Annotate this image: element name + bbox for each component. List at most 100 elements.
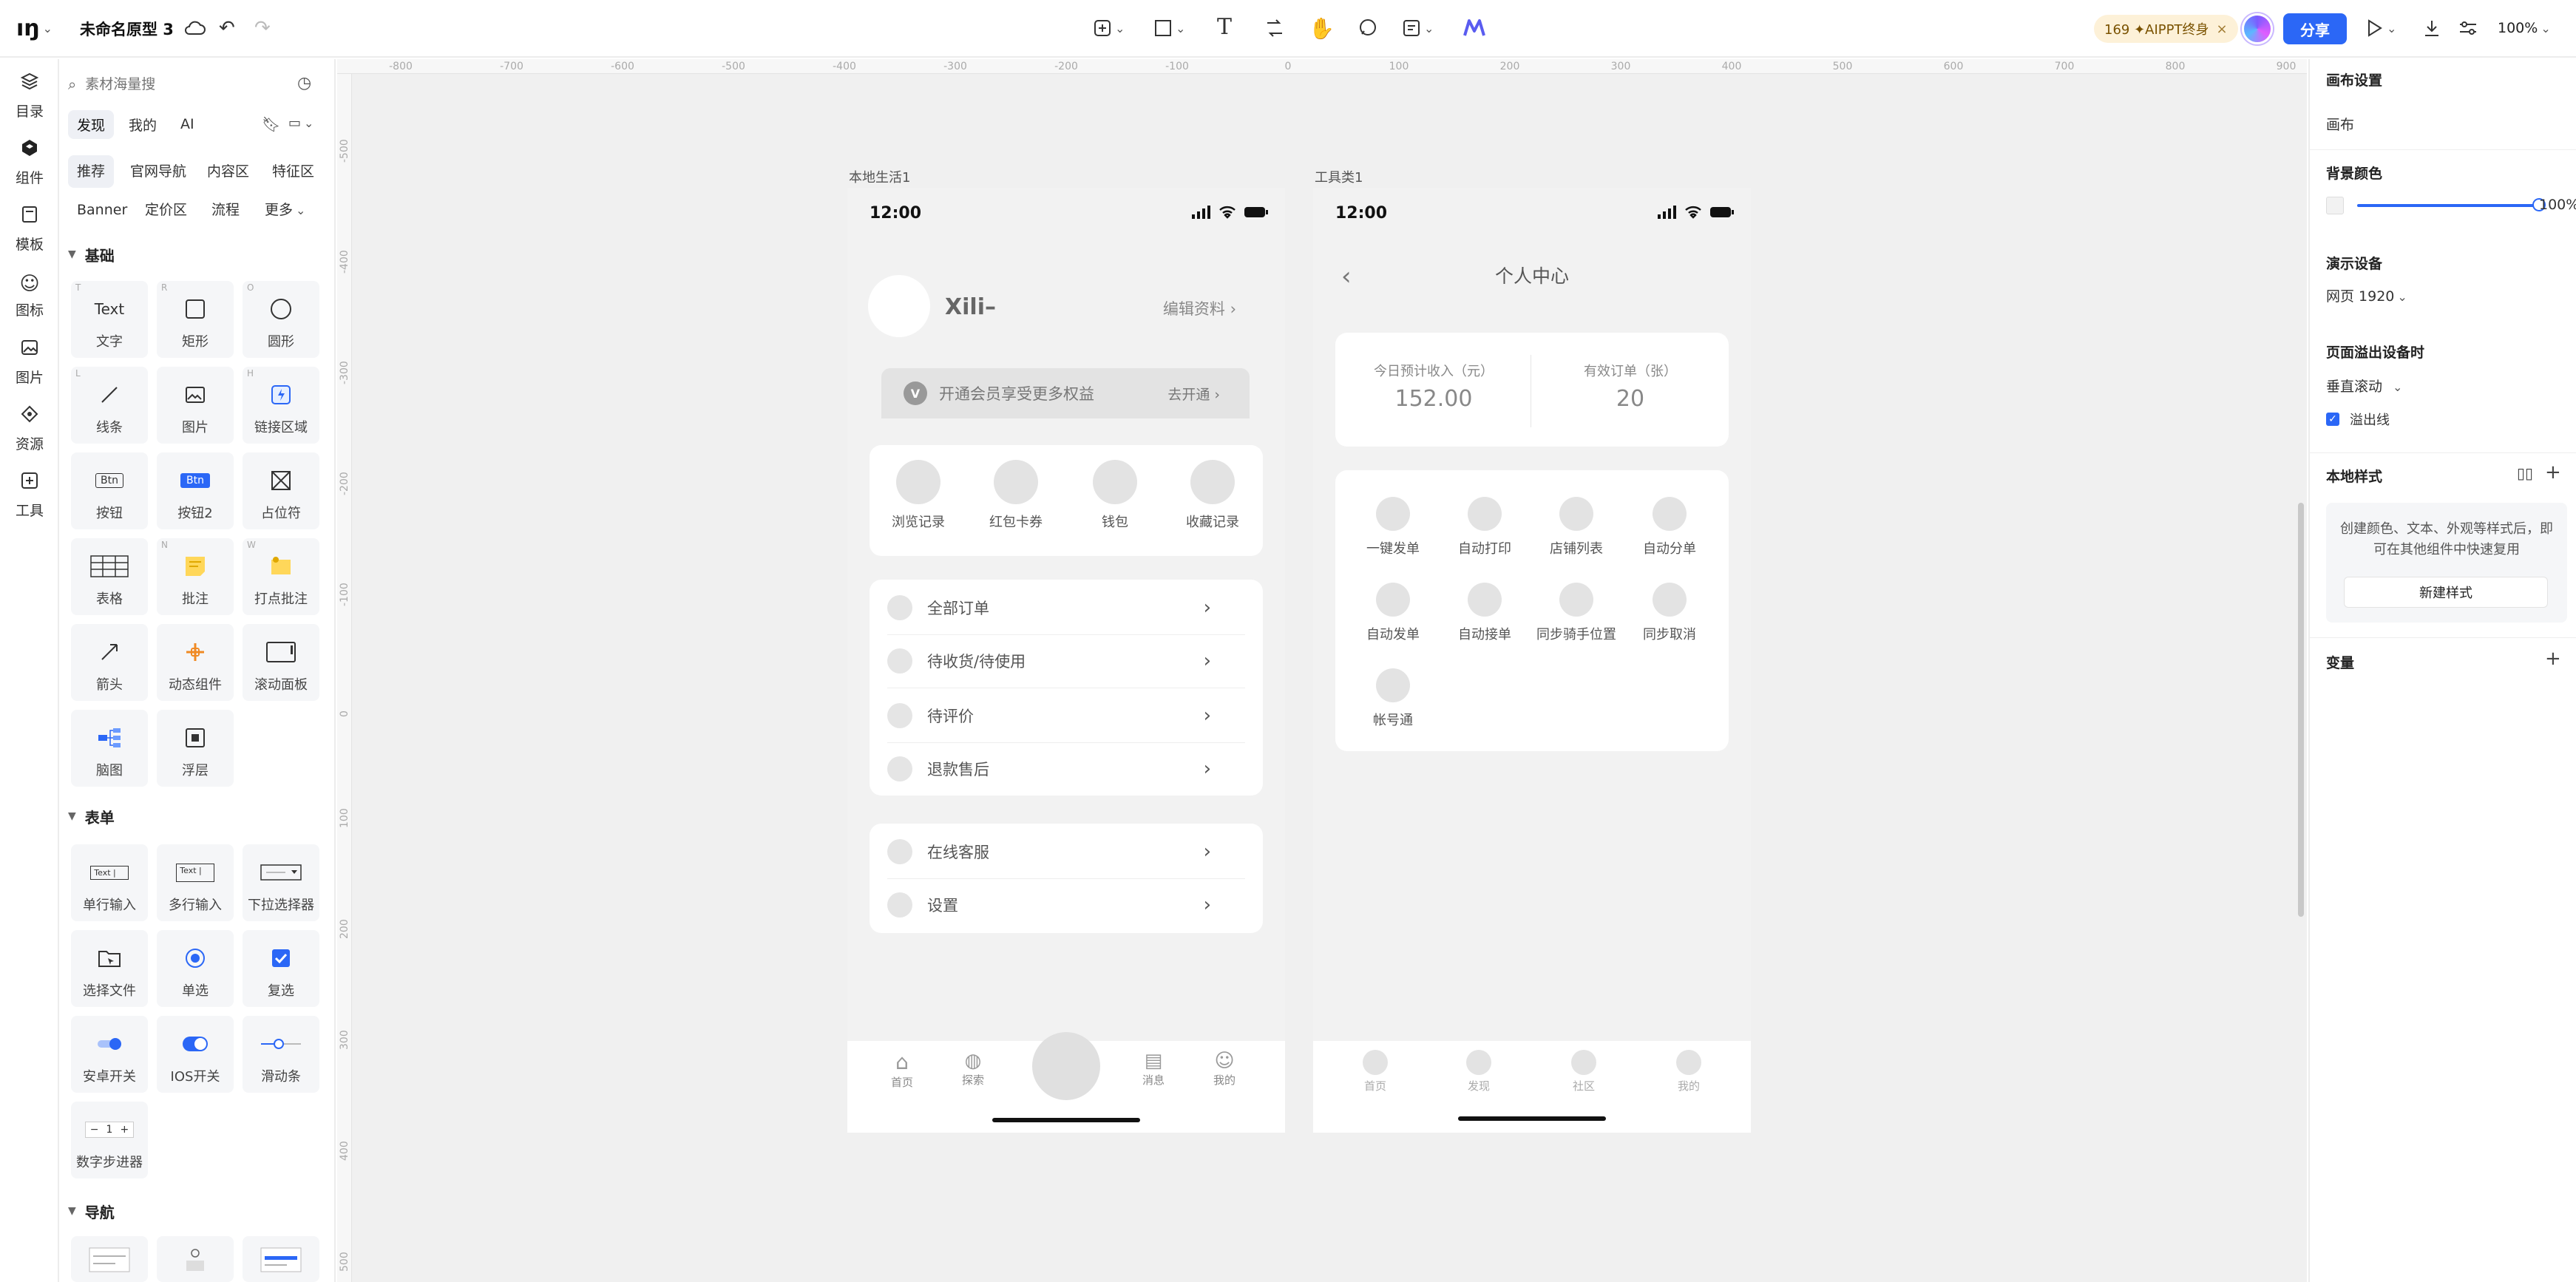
component-nav-1[interactable] [71, 1236, 148, 1282]
component-button[interactable]: Btn 按钮 [71, 452, 148, 529]
add-style-icon[interactable]: + [2545, 461, 2561, 484]
component-radio[interactable]: 单选 [157, 930, 234, 1007]
service-row[interactable]: 设置 › [870, 878, 1263, 932]
quick-item[interactable]: 浏览记录 [867, 460, 970, 531]
edit-profile-link[interactable]: 编辑资料 › [1163, 297, 1236, 319]
tool-item[interactable]: 自动打印 [1433, 497, 1536, 557]
rectangle-tool-button[interactable]: ⌄ [1153, 12, 1185, 44]
avatar[interactable] [2242, 13, 2273, 44]
canvas-scrollbar[interactable] [2298, 503, 2304, 917]
tab-messages[interactable]: ▤ 消息 [1124, 1050, 1183, 1088]
device-select[interactable]: 网页 1920 ⌄ [2326, 285, 2407, 305]
project-name[interactable]: 未命名原型 3 [80, 18, 174, 40]
tool-item[interactable]: 一键发单 [1341, 497, 1445, 557]
component-stepper[interactable]: −1 + 数字步进器 [71, 1102, 148, 1178]
component-annotation[interactable]: N 批注 [157, 538, 234, 615]
zoom-dropdown[interactable]: 100% ⌄ [2498, 12, 2551, 44]
component-mindmap[interactable]: 脑图 [71, 710, 148, 787]
tab-ai[interactable]: AI [172, 112, 203, 137]
component-circle[interactable]: O 圆形 [243, 281, 319, 358]
promo-badge[interactable]: 169 ✦AIPPT终身 × [2094, 15, 2238, 43]
tab-discover[interactable]: 发现 [68, 109, 115, 139]
redo-icon[interactable]: ↷ [254, 12, 271, 44]
component-dropdown[interactable]: 下拉选择器 [243, 844, 319, 921]
comment-tool-icon[interactable] [1358, 12, 1378, 44]
chip-recommend[interactable]: 推荐 [68, 155, 115, 188]
order-row[interactable]: 待评价 › [870, 689, 1263, 742]
nav-catalog[interactable]: 目录 [0, 67, 59, 126]
close-icon[interactable]: × [2217, 21, 2228, 37]
component-dynamic[interactable]: 动态组件 [157, 624, 234, 701]
component-table[interactable]: 表格 [71, 538, 148, 615]
book-icon[interactable]: ▯▯ [2517, 464, 2533, 482]
hand-tool-icon[interactable]: ✋ [1309, 12, 1335, 44]
text-tool-icon[interactable]: T [1217, 10, 1232, 43]
order-row[interactable]: 退款售后 › [870, 742, 1263, 796]
component-nav-3[interactable] [243, 1236, 319, 1282]
component-slider[interactable]: 滑动条 [243, 1016, 319, 1093]
component-nav-2[interactable] [157, 1236, 234, 1282]
component-ios-switch[interactable]: IOS开关 [157, 1016, 234, 1093]
share-button[interactable]: 分享 [2283, 13, 2347, 44]
material-search[interactable]: ⌕ [68, 67, 312, 102]
tool-item[interactable]: 帐号通 [1341, 668, 1445, 729]
ai-logo-icon[interactable] [1462, 12, 1486, 44]
tab-community[interactable]: 社区 [1554, 1050, 1613, 1093]
component-image[interactable]: 图片 [157, 367, 234, 444]
chip-more[interactable]: 更多 ⌄ [256, 194, 314, 226]
tab-discover[interactable]: 发现 [1449, 1050, 1508, 1093]
chip-process[interactable]: 流程 [203, 194, 248, 226]
quick-item[interactable]: 收藏记录 [1161, 460, 1264, 531]
tab-mine[interactable]: 我的 [120, 110, 166, 139]
bg-color-swatch[interactable] [2326, 197, 2344, 214]
view-mode-button[interactable]: ▭ ⌄ [288, 115, 313, 131]
profile-avatar[interactable] [868, 275, 930, 337]
component-dot-annotation[interactable]: W 打点批注 [243, 538, 319, 615]
service-row[interactable]: 在线客服 › [870, 825, 1263, 878]
nav-tools[interactable]: 工具 [0, 466, 59, 525]
vip-banner[interactable]: V 开通会员享受更多权益 去开通 › [881, 368, 1250, 418]
component-multi-input[interactable]: Text | 多行输入 [157, 844, 234, 921]
tool-item[interactable]: 自动发单 [1341, 583, 1445, 643]
bookmark-icon[interactable]: 🔖︎ [262, 115, 280, 133]
nav-templates[interactable]: 模板 [0, 200, 59, 259]
frame-label-local-life[interactable]: 本地生活1 [849, 167, 910, 186]
chip-banner[interactable]: Banner [68, 194, 136, 226]
bg-opacity-value[interactable]: 100% [2539, 197, 2576, 213]
tool-item[interactable]: 自动接单 [1433, 583, 1536, 643]
insert-frame-button[interactable]: ⌄ [1093, 12, 1125, 44]
chip-content[interactable]: 内容区 [198, 155, 258, 188]
preview-play-button[interactable]: ⌄ [2365, 12, 2396, 44]
component-rectangle[interactable]: R 矩形 [157, 281, 234, 358]
add-variable-icon[interactable]: + [2545, 648, 2561, 670]
frame-local-life[interactable]: 12:00 Xili– 编辑资料 › V 开通会员享受更多权益 去开通 › 浏览… [847, 188, 1285, 1133]
nav-resources[interactable]: 资源 [0, 399, 59, 458]
nav-components[interactable]: 组件 [0, 133, 59, 192]
component-text[interactable]: T Text 文字 [71, 281, 148, 358]
overflow-line-checkbox[interactable]: ✓ [2326, 413, 2339, 426]
nav-images[interactable]: 图片 [0, 333, 59, 392]
tab-mine[interactable]: 我的 [1659, 1050, 1718, 1093]
tab-mine[interactable]: ☺ 我的 [1195, 1050, 1254, 1088]
connector-tool-icon[interactable] [1264, 12, 1285, 44]
order-row[interactable]: 待收货/待使用 › [870, 634, 1263, 688]
vip-action[interactable]: 去开通 › [1167, 384, 1220, 404]
tab-explore[interactable]: ◍ 探索 [943, 1050, 1003, 1088]
chip-site-nav[interactable]: 官网导航 [121, 155, 195, 188]
tool-item[interactable]: 同步骑手位置 [1525, 583, 1628, 643]
quick-item[interactable]: 钱包 [1063, 460, 1167, 531]
search-input[interactable] [85, 76, 278, 92]
component-checkbox[interactable]: 复选 [243, 930, 319, 1007]
cloud-sync-icon[interactable] [183, 12, 206, 44]
order-row[interactable]: 全部订单 › [870, 581, 1263, 634]
note-tool-button[interactable]: ⌄ [1402, 12, 1434, 44]
download-icon[interactable] [2422, 12, 2441, 44]
component-button2[interactable]: Btn 按钮2 [157, 452, 234, 529]
settings-sliders-icon[interactable] [2458, 12, 2478, 44]
tool-item[interactable]: 店铺列表 [1525, 497, 1628, 557]
tab-home[interactable]: ⌂ 首页 [872, 1050, 932, 1090]
component-file-select[interactable]: 选择文件 [71, 930, 148, 1007]
component-line[interactable]: L 线条 [71, 367, 148, 444]
frame-tools[interactable]: 12:00 ‹ 个人中心 今日预计收入（元） 152.00 有效订单（张） 20… [1313, 188, 1751, 1133]
component-overlay[interactable]: 浮层 [157, 710, 234, 787]
